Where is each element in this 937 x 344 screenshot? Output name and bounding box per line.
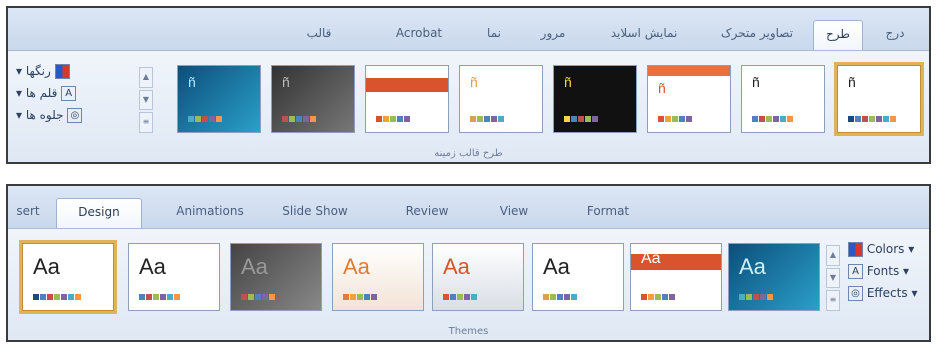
scroll-down-icon[interactable]: ▼ (139, 89, 153, 111)
theme-thumbnail[interactable]: ñ (553, 65, 637, 133)
gallery-more-icon[interactable]: ≡ (139, 112, 153, 134)
tab-view[interactable]: View (484, 198, 544, 228)
tab-acrobat-fa[interactable]: Acrobat (379, 20, 459, 50)
colors-icon (54, 64, 70, 79)
fonts-icon: A (61, 86, 77, 101)
tab-slideshow-fa[interactable]: نمایش اسلاید (589, 20, 699, 50)
tab-format-fa[interactable]: قالب (289, 20, 349, 50)
group-label-fa: طرح قالب زمینه (434, 148, 503, 159)
tab-design[interactable]: Design (56, 198, 142, 228)
tab-animations-fa[interactable]: تصاویر متحرک (707, 20, 807, 50)
theme-thumbnail[interactable]: ñ (741, 65, 825, 133)
themes-group: Aa Aa Aa Aa Aa Aa Aa Aa ▲ ▼ ≡ Colors ▾ A… (8, 228, 929, 340)
fonts-icon: A (848, 264, 863, 279)
tab-design-fa[interactable]: طرح (813, 20, 863, 50)
colors-icon (848, 242, 863, 257)
tab-slide-show[interactable]: Slide Show (270, 198, 360, 228)
theme-thumbnail[interactable]: Aa (332, 243, 424, 311)
theme-thumbnail[interactable]: ñ (834, 62, 924, 136)
theme-thumbnail[interactable] (365, 65, 449, 133)
tab-view-fa[interactable]: نما (469, 20, 519, 50)
theme-thumbnail[interactable]: ñ (271, 65, 355, 133)
ribbon-tab-bar: sert Design Animations Slide Show Review… (8, 186, 929, 228)
fonts-button[interactable]: A Fonts ▾ (848, 261, 909, 281)
ribbon-persian: درج طرح تصاویر متحرک نمایش اسلاید مرور ن… (6, 6, 931, 164)
themes-group-fa: ñ ñ ñ ñ ñ ñ ñ ▲ ▼ ≡ رنگها ▾ A قلم ها ▾ ◎… (8, 50, 929, 162)
effects-icon: ◎ (848, 286, 863, 301)
theme-thumbnail[interactable]: Aa (128, 243, 220, 311)
ribbon-english: sert Design Animations Slide Show Review… (6, 184, 931, 342)
group-label: Themes (448, 326, 489, 337)
gallery-scroll[interactable]: ▲ ▼ ≡ (139, 67, 153, 134)
theme-thumbnail[interactable]: Aa (728, 243, 820, 311)
gallery-more-icon[interactable]: ≡ (826, 290, 840, 312)
theme-thumbnail[interactable]: ñ (177, 65, 261, 133)
gallery-scroll[interactable]: ▲ ▼ ≡ (826, 245, 840, 312)
theme-thumbnail[interactable]: Aa (432, 243, 524, 311)
effects-button-fa[interactable]: ◎ جلوه ها ▾ (16, 105, 83, 125)
fonts-button-fa[interactable]: A قلم ها ▾ (16, 83, 77, 103)
theme-thumbnail[interactable]: ñ (647, 65, 731, 133)
theme-thumbnail[interactable]: Aa (230, 243, 322, 311)
theme-thumbnail[interactable]: Aa (630, 243, 722, 311)
effects-button[interactable]: ◎ Effects ▾ (848, 283, 917, 303)
colors-button[interactable]: Colors ▾ (848, 239, 914, 259)
tab-insert[interactable]: sert (8, 198, 48, 228)
scroll-up-icon[interactable]: ▲ (826, 245, 840, 266)
tab-format[interactable]: Format (568, 198, 648, 228)
tab-review[interactable]: Review (392, 198, 462, 228)
theme-thumbnail-office[interactable]: Aa (19, 240, 117, 314)
colors-button-fa[interactable]: رنگها ▾ (16, 61, 70, 81)
tab-animations[interactable]: Animations (160, 198, 260, 228)
tab-insert-fa[interactable]: درج (869, 20, 921, 50)
theme-thumbnail[interactable]: Aa (532, 243, 624, 311)
theme-thumbnail[interactable]: ñ (459, 65, 543, 133)
ribbon-tab-bar: درج طرح تصاویر متحرک نمایش اسلاید مرور ن… (8, 8, 929, 50)
scroll-down-icon[interactable]: ▼ (826, 267, 840, 289)
scroll-up-icon[interactable]: ▲ (139, 67, 153, 88)
effects-icon: ◎ (67, 108, 83, 123)
tab-review-fa[interactable]: مرور (525, 20, 581, 50)
